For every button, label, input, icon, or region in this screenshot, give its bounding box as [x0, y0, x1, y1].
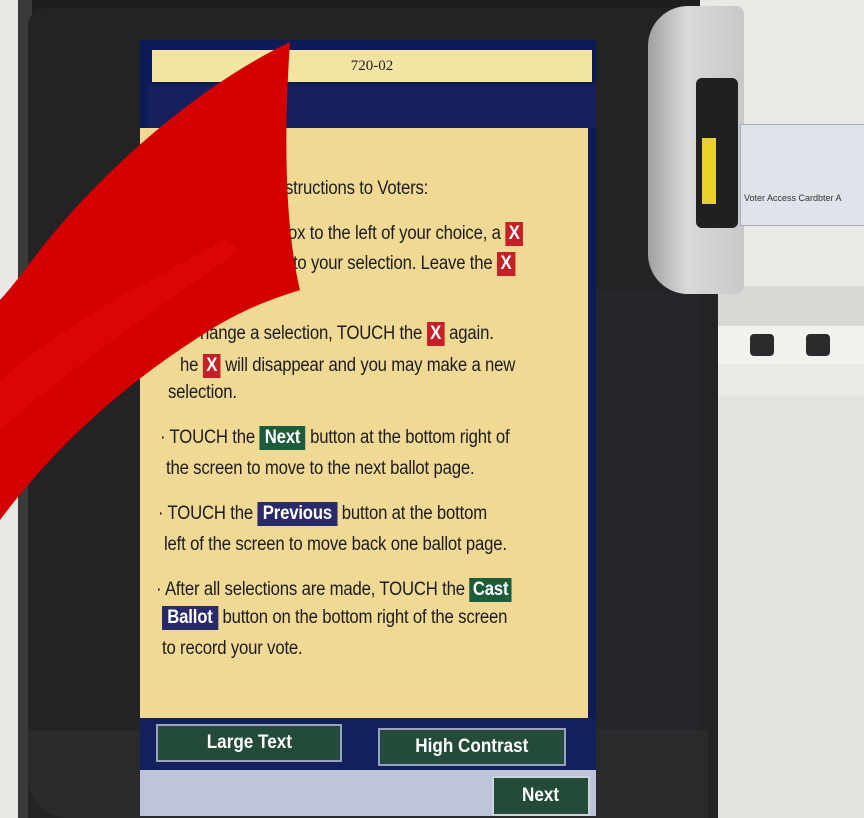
instruction-line-8: · TOUCH the Previous button at the botto… [158, 502, 487, 526]
instruction-line-1: ox to the left of your choice, a X [288, 222, 524, 246]
card-reader-indicator [702, 138, 716, 204]
ballot-header-code: 720-02 [152, 50, 592, 82]
card-label-text: Voter Access Card [744, 193, 819, 203]
instruction-line-2: t to your selection. Leave the X [284, 252, 516, 276]
instruction-text: he [180, 355, 199, 376]
high-contrast-button[interactable]: High Contrast [378, 728, 566, 766]
latch-right [806, 334, 830, 356]
instruction-text: · After all selections are made, TOUCH t… [156, 579, 465, 600]
machine-ballot-slot [698, 326, 864, 364]
large-text-label: Large Text [206, 732, 292, 753]
instruction-line-5: selection. [168, 382, 237, 403]
x-mark-icon: X [202, 354, 221, 378]
instructions-panel: structions to Voters: ox to the left of … [140, 128, 588, 720]
instruction-text: button at the bottom [341, 503, 487, 524]
instruction-line-6: · TOUCH the Next button at the bottom ri… [160, 426, 510, 450]
cast-inline-label: Cast [469, 578, 512, 602]
instruction-text: button at the bottom right of [310, 427, 510, 448]
voter-access-card[interactable] [740, 124, 864, 226]
previous-inline-label: Previous [257, 502, 338, 526]
voter-access-card-label: Voter Access Cardbter A [744, 193, 842, 203]
instruction-text: t to your selection. Leave the [284, 253, 493, 274]
instruction-text: will disappear and you may make a new [225, 355, 516, 376]
instruction-line-9: left of the screen to move back one ball… [164, 534, 507, 555]
next-label: Next [522, 785, 560, 806]
instruction-line-10: · After all selections are made, TOUCH t… [156, 578, 512, 602]
ballot-inline-label: Ballot [162, 606, 218, 630]
next-button[interactable]: Next [492, 776, 590, 816]
x-mark-icon: X [426, 322, 445, 346]
card-label-overlap-text: bter A [818, 193, 842, 203]
latch-left [750, 334, 774, 356]
instruction-line-12: to record your vote. [162, 638, 303, 659]
instruction-line-7: the screen to move to the next ballot pa… [166, 458, 475, 479]
instruction-text: ox to the left of your choice, a [288, 223, 501, 244]
machine-lower-panel [702, 396, 864, 818]
high-contrast-label: High Contrast [415, 736, 529, 757]
instruction-text: · TOUCH the [158, 503, 254, 524]
instruction-line-4: he X will disappear and you may make a n… [180, 354, 515, 378]
x-mark-icon: X [496, 252, 516, 276]
instruction-text: again. [449, 323, 494, 344]
x-mark-icon: X [505, 222, 524, 246]
instruction-line-11: Ballot button on the bottom right of the… [162, 606, 507, 630]
instruction-text: button on the bottom right of the screen [222, 607, 508, 628]
large-text-button[interactable]: Large Text [156, 724, 342, 762]
instruction-text: hange a selection, TOUCH the [200, 323, 423, 344]
next-inline-label: Next [259, 426, 306, 450]
instructions-heading: structions to Voters: [285, 178, 429, 199]
instruction-text: · TOUCH the [160, 427, 256, 448]
instruction-line-3: hange a selection, TOUCH the X again. [200, 322, 494, 346]
ballot-title-bar [148, 84, 596, 128]
